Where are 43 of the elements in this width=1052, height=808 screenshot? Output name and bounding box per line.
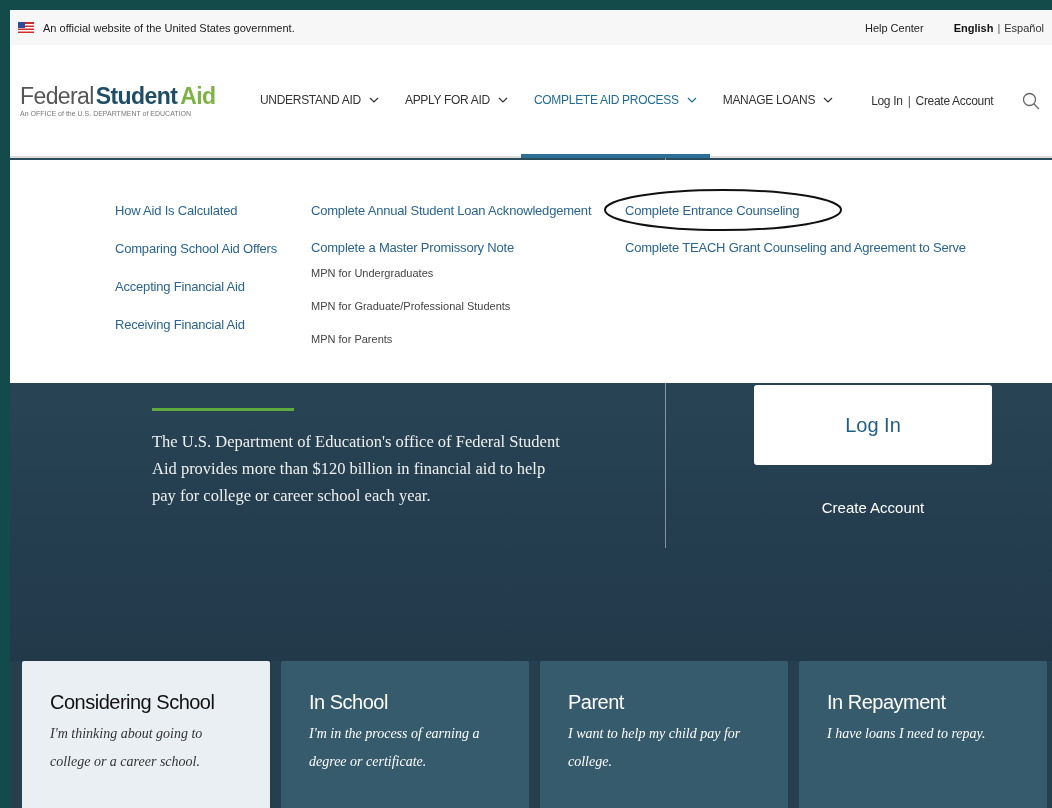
nav-menu-item[interactable]: APPLY FOR AID	[391, 45, 521, 158]
nav-menu-item[interactable]: MANAGE LOANS	[709, 45, 847, 158]
audience-card[interactable]: Considering School I'm thinking about going to college or a career school.	[22, 661, 270, 808]
card-title: Parent	[568, 691, 625, 714]
menu-link[interactable]: Complete TEACH Grant Counseling and Agreement to Serve	[625, 237, 966, 258]
submenu-link[interactable]: MPN for Parents	[311, 332, 625, 346]
submenu-link[interactable]: MPN for Undergraduates	[311, 266, 625, 280]
card-title: Considering School	[50, 691, 216, 714]
chevron-down-icon	[686, 96, 697, 103]
card-title: In Repayment	[827, 691, 947, 714]
flag-icon	[18, 22, 34, 33]
menu-link[interactable]: Accepting Financial Aid	[115, 276, 311, 297]
card-title: In School	[309, 691, 389, 714]
log-in-button[interactable]: Log In	[754, 385, 992, 465]
card-text: I'm in the process of earning a degree or certificate.	[309, 725, 481, 771]
audience-card[interactable]: Parent I want to help my child pay for college.	[540, 661, 788, 808]
banner-text: An official website of the United States government.	[43, 21, 295, 34]
menu-link[interactable]: How Aid Is Calculated	[115, 200, 311, 221]
language-link[interactable]: Español	[1004, 21, 1044, 34]
log-in-link[interactable]: Log In	[871, 93, 903, 108]
nav-menu-item[interactable]: UNDERSTAND AID	[260, 45, 392, 158]
menu-link[interactable]: Comparing School Aid Offers	[115, 238, 311, 259]
separator: |	[997, 21, 1001, 34]
logo-wordmark[interactable]: FederalStudentAid	[20, 84, 260, 108]
card-text: I want to help my child pay for college.	[568, 725, 742, 771]
card-text: I'm thinking about going to college or a career school.	[50, 725, 204, 771]
audience-card[interactable]: In School I'm in the process of earning a degree or certificate.	[281, 661, 529, 808]
card-text: I have loans I need to repay.	[827, 725, 987, 743]
menu-link[interactable]: Complete Annual Student Loan Acknowledgement	[311, 200, 625, 221]
menu-link[interactable]: Receiving Financial Aid	[115, 314, 311, 335]
chevron-down-icon	[823, 96, 834, 103]
chevron-down-icon	[368, 96, 379, 103]
hero-text: The U.S. Department of Education's office of Federal Student Aid provides more than $120 billion in financial aid to help pay for college or career school each year.	[152, 431, 561, 507]
create-account-link[interactable]: Create Account	[915, 93, 994, 108]
chevron-down-icon	[497, 96, 508, 103]
help-center-link[interactable]: Help Center	[864, 21, 924, 34]
separator: |	[907, 93, 911, 108]
audience-card[interactable]: In Repayment I have loans I need to repay.	[799, 661, 1047, 808]
language-link[interactable]: English	[953, 21, 994, 34]
search-icon[interactable]	[1022, 91, 1040, 110]
menu-link[interactable]: Complete a Master Promissory Note	[311, 237, 625, 258]
create-account-link[interactable]: Create Account	[821, 499, 925, 516]
submenu-link[interactable]: MPN for Graduate/Professional Students	[311, 299, 625, 313]
